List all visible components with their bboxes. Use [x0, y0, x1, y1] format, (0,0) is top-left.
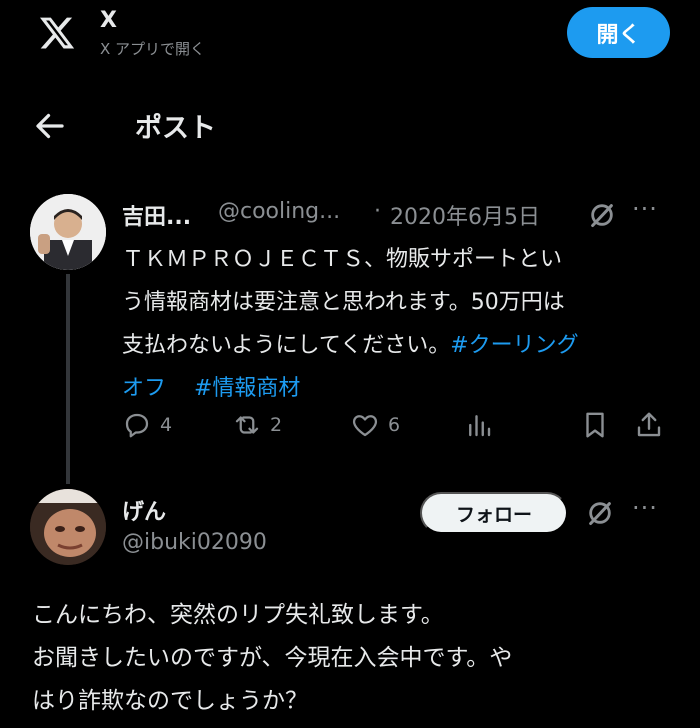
hashtag-cooling-off-cont[interactable]: オフ: [122, 376, 166, 401]
reply-text: こんにちわ、突然のリプ失礼致します。 お聞きしたいのですが、今現在入会中です。や…: [32, 594, 672, 723]
tweet-line: 支払わないようにしてください。#クーリング: [122, 324, 667, 367]
bookmark-icon: [586, 412, 604, 438]
avatar[interactable]: [30, 194, 106, 270]
reply-line: お聞きしたいのですが、今現在入会中です。や: [32, 645, 513, 671]
grok-icon[interactable]: [588, 201, 616, 229]
share-button[interactable]: [634, 410, 664, 440]
tweet-text: ＴＫＭＰＲＯＪＥＣＴＳ、物販サポートとい う情報商材は要注意と思われます。50万…: [122, 238, 667, 410]
repost-icon: [235, 416, 259, 434]
bookmark-button[interactable]: [580, 410, 610, 440]
thread-line: [66, 274, 70, 484]
reply-count: 4: [160, 414, 173, 436]
repost-count: 2: [270, 414, 283, 436]
separator-dot: ·: [374, 199, 381, 224]
author-name[interactable]: げん: [122, 494, 166, 526]
tweet-header: 吉田... @cooling... · 2020年6月5日 ···: [122, 195, 682, 231]
reply-icon: [125, 413, 149, 438]
avatar[interactable]: [30, 489, 106, 565]
more-dots-icon[interactable]: ···: [632, 195, 658, 223]
author-handle[interactable]: @ibuki02090: [122, 530, 267, 555]
share-icon: [637, 412, 661, 437]
reply-line: こんにちわ、突然のリプ失礼致します。: [32, 602, 444, 628]
repost-button[interactable]: 2: [232, 410, 282, 440]
author-handle[interactable]: @cooling...: [218, 199, 340, 224]
hashtag-info-product[interactable]: #情報商材: [194, 376, 300, 401]
more-dots-icon[interactable]: ···: [632, 494, 658, 522]
reply-line: はり詐欺なのでしょうか？: [32, 688, 308, 714]
tweet-line: う情報商材は要注意と思われます。50万円は: [122, 290, 565, 315]
heart-icon: [352, 415, 378, 437]
hashtag-cooling-off[interactable]: #クーリング: [450, 333, 578, 358]
page-header: ポスト: [0, 90, 700, 160]
x-logo-icon: [39, 17, 75, 49]
views-button[interactable]: [464, 410, 494, 440]
tweet-line-text: 支払わないようにしてください。: [122, 333, 451, 358]
tweet-line: ＴＫＭＰＲＯＪＥＣＴＳ、物販サポートとい: [122, 247, 563, 272]
arrow-left-icon[interactable]: [32, 108, 68, 144]
like-count: 6: [388, 414, 401, 436]
reply-button[interactable]: 4: [122, 410, 172, 440]
action-bar: 4 2 6: [122, 410, 672, 450]
analytics-icon: [469, 415, 491, 437]
banner-subtitle: X アプリで開く: [100, 40, 206, 58]
like-button[interactable]: 6: [350, 410, 400, 440]
page-title: ポスト: [135, 113, 216, 144]
grok-icon[interactable]: [586, 499, 614, 527]
tweet-line: オフ #情報商材: [122, 367, 667, 410]
author-name[interactable]: 吉田...: [122, 199, 191, 231]
banner-app-name: X: [100, 8, 117, 33]
open-app-button[interactable]: 開く: [567, 7, 670, 58]
post-date[interactable]: 2020年6月5日: [390, 199, 540, 231]
follow-button[interactable]: フォロー: [420, 492, 568, 534]
app-banner: X X アプリで開く 開く: [0, 0, 700, 70]
